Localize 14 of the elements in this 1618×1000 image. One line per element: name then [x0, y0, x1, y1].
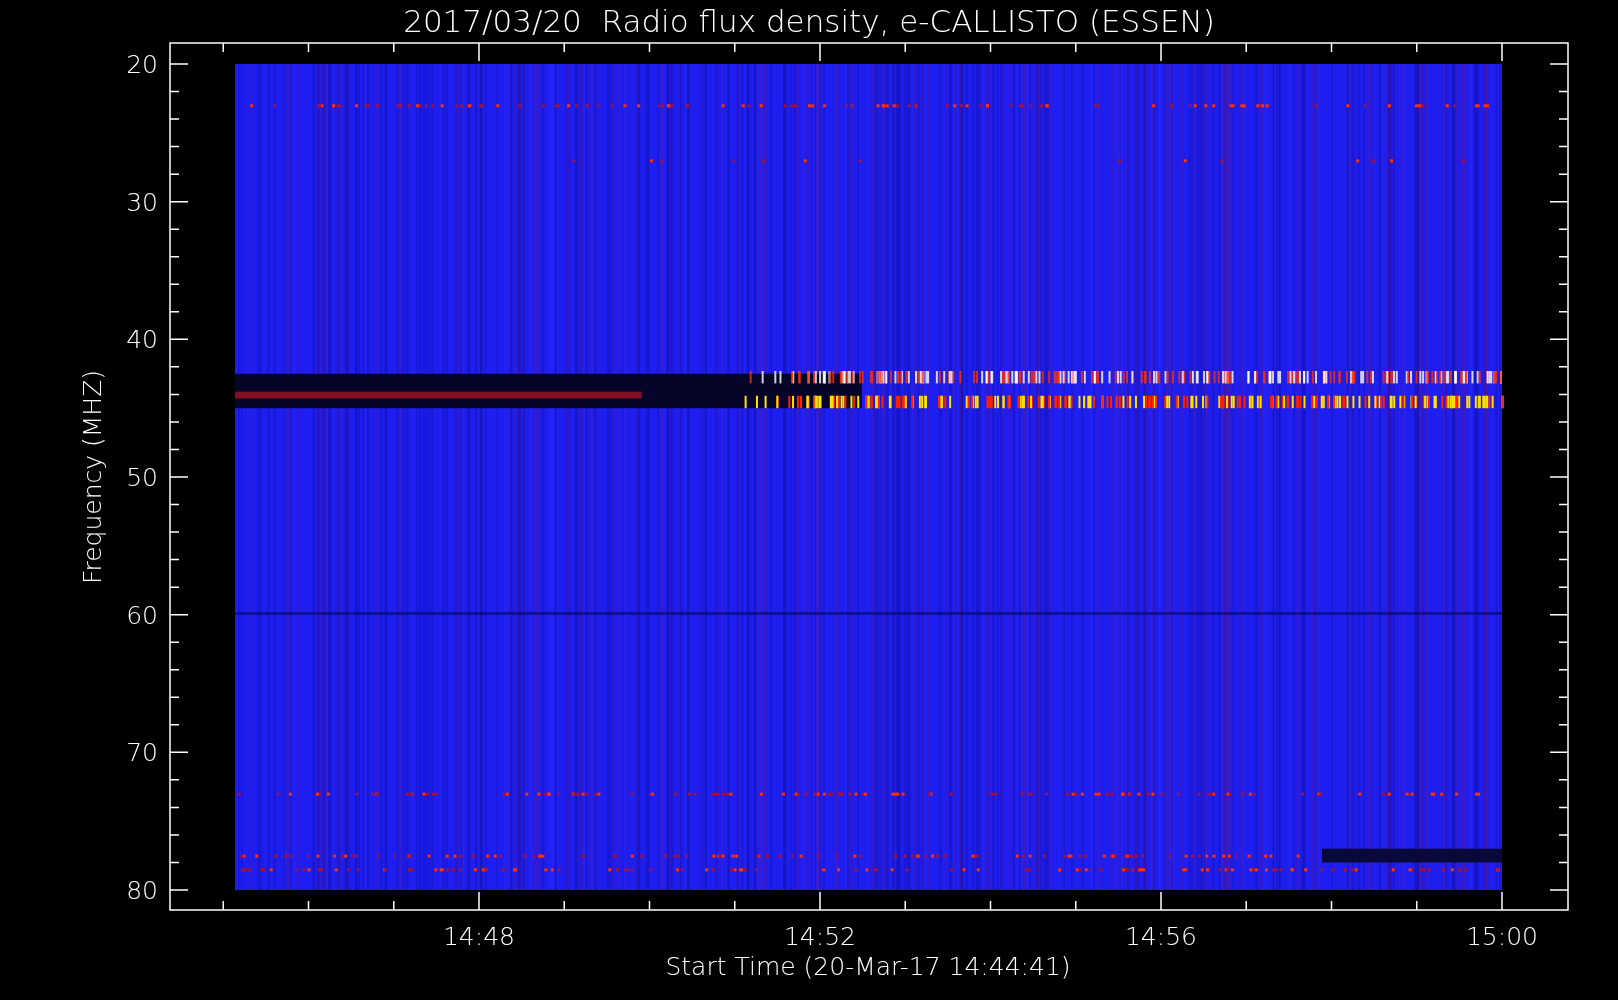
x-tick-label: 15:00: [1466, 922, 1538, 951]
y-tick-label: 60: [126, 600, 158, 630]
x-tick-label: 14:52: [784, 922, 856, 951]
y-tick-label: 40: [126, 325, 158, 355]
x-axis-label: Start Time (20-Mar-17 14:44:41): [665, 952, 1071, 981]
x-tick-label: 14:48: [443, 922, 515, 951]
y-axis-label: Frequency (MHZ): [78, 369, 107, 585]
y-tick-label: 30: [126, 187, 158, 217]
x-tick-label: 14:56: [1125, 922, 1197, 951]
y-tick-label: 50: [126, 463, 158, 492]
y-tick-label: 70: [126, 738, 158, 768]
y-tick-label: 80: [126, 876, 158, 905]
y-tick-label: 20: [126, 50, 158, 79]
plot-title: 2017/03/20 Radio flux density, e-CALLISTO (ESSEN): [403, 3, 1215, 39]
